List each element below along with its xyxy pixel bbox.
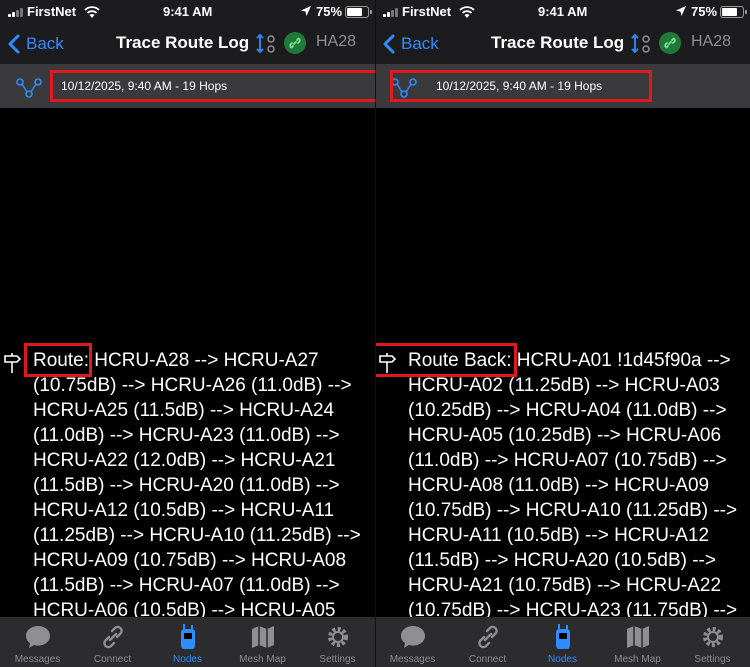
sort-hops-icon[interactable] bbox=[256, 32, 278, 56]
connected-link-icon[interactable] bbox=[284, 32, 306, 54]
trace-log-row[interactable]: 10/12/2025, 9:40 AM - 19 Hops bbox=[375, 64, 750, 108]
signpost-icon bbox=[4, 353, 22, 373]
back-button[interactable]: Back bbox=[383, 30, 439, 58]
radio-device-icon bbox=[180, 624, 195, 649]
tab-label: Mesh Map bbox=[239, 654, 286, 665]
sort-hops-icon[interactable] bbox=[631, 32, 653, 56]
tab-label: Connect bbox=[468, 654, 507, 665]
status-bar: FirstNet 9:41 AM 75% bbox=[375, 0, 750, 24]
chevron-left-icon bbox=[8, 34, 20, 54]
route-text: Route: HCRU-A28 --> HCRU-A27 (10.75dB) -… bbox=[33, 348, 371, 623]
route-back-hops: HCRU-A01 !1d45f90a --> HCRU-A02 (11.25dB… bbox=[408, 350, 738, 621]
route-label: Route: bbox=[33, 350, 89, 371]
gear-icon bbox=[702, 627, 723, 647]
battery-percentage: 75% bbox=[316, 4, 343, 19]
page-title: Trace Route Log bbox=[491, 33, 625, 52]
route-nodes-icon bbox=[16, 78, 42, 98]
connected-node-name: HA28 bbox=[691, 33, 732, 50]
tab-connect[interactable]: Connect bbox=[75, 617, 150, 667]
tab-settings[interactable]: Settings bbox=[675, 617, 750, 667]
location-arrow-icon bbox=[301, 6, 311, 16]
tab-bar: Messages Connect Nodes Mesh Map Settings bbox=[375, 617, 750, 667]
back-label: Back bbox=[401, 34, 439, 53]
tab-label: Mesh Map bbox=[614, 654, 661, 665]
tab-mesh-map[interactable]: Mesh Map bbox=[600, 617, 675, 667]
route-back-screen: FirstNet 9:41 AM 75% Back Trace Route Lo… bbox=[375, 0, 750, 667]
trace-log-entry[interactable]: 10/12/2025, 9:40 AM - 19 Hops bbox=[390, 70, 652, 102]
navigation-bar: Back Trace Route Log HA28 bbox=[375, 24, 750, 64]
back-button[interactable]: Back bbox=[8, 30, 64, 58]
chevron-left-icon bbox=[383, 34, 395, 54]
tab-label: Nodes bbox=[173, 654, 202, 665]
route-forward-screen: FirstNet 9:41 AM 75% Back Trace Route Lo… bbox=[0, 0, 375, 667]
tab-settings[interactable]: Settings bbox=[300, 617, 375, 667]
tab-mesh-map[interactable]: Mesh Map bbox=[225, 617, 300, 667]
cellular-signal-icon bbox=[8, 7, 28, 17]
map-icon bbox=[626, 626, 649, 648]
battery-percentage: 75% bbox=[691, 4, 718, 19]
page-title: Trace Route Log bbox=[116, 33, 250, 52]
link-icon bbox=[102, 625, 123, 649]
connected-link-icon[interactable] bbox=[659, 32, 681, 54]
route-back-label: Route Back: bbox=[408, 350, 512, 371]
navigation-bar: Back Trace Route Log HA28 bbox=[0, 24, 375, 64]
messages-icon bbox=[25, 626, 50, 648]
carrier-name: FirstNet bbox=[402, 4, 452, 19]
tab-nodes[interactable]: Nodes bbox=[525, 617, 600, 667]
tab-label: Messages bbox=[389, 654, 436, 665]
battery-icon bbox=[720, 6, 747, 18]
carrier-name: FirstNet bbox=[27, 4, 77, 19]
tab-nodes[interactable]: Nodes bbox=[150, 617, 225, 667]
wifi-icon bbox=[459, 6, 475, 18]
tab-bar: Messages Connect Nodes Mesh Map Settings bbox=[0, 617, 375, 667]
battery-icon bbox=[345, 6, 372, 18]
messages-icon bbox=[400, 626, 425, 648]
gear-icon bbox=[327, 627, 348, 647]
trace-log-entry[interactable]: 10/12/2025, 9:40 AM - 19 Hops bbox=[50, 70, 375, 102]
radio-device-icon bbox=[555, 624, 570, 649]
tab-messages[interactable]: Messages bbox=[0, 617, 75, 667]
tab-connect[interactable]: Connect bbox=[450, 617, 525, 667]
tab-label: Connect bbox=[93, 654, 132, 665]
tab-label: Settings bbox=[319, 654, 356, 665]
trace-log-entry-label: 10/12/2025, 9:40 AM - 19 Hops bbox=[436, 79, 603, 93]
wifi-icon bbox=[84, 6, 100, 18]
connected-node-name: HA28 bbox=[316, 33, 357, 50]
route-back-text: Route Back: HCRU-A01 !1d45f90a --> HCRU-… bbox=[408, 348, 748, 623]
status-bar: FirstNet 9:41 AM 75% bbox=[0, 0, 375, 24]
tab-label: Nodes bbox=[548, 654, 577, 665]
trace-log-entry-label: 10/12/2025, 9:40 AM - 19 Hops bbox=[61, 79, 228, 93]
back-label: Back bbox=[26, 34, 64, 53]
map-icon bbox=[251, 626, 274, 648]
location-arrow-icon bbox=[676, 6, 686, 16]
tab-messages[interactable]: Messages bbox=[375, 617, 450, 667]
tab-label: Settings bbox=[694, 654, 731, 665]
status-time: 9:41 AM bbox=[163, 4, 213, 19]
trace-log-row[interactable]: 10/12/2025, 9:40 AM - 19 Hops bbox=[0, 64, 375, 108]
link-icon bbox=[477, 625, 498, 649]
status-time: 9:41 AM bbox=[538, 4, 588, 19]
route-hops: HCRU-A28 --> HCRU-A27 (10.75dB) --> HCRU… bbox=[33, 350, 361, 621]
tab-label: Messages bbox=[14, 654, 61, 665]
cellular-signal-icon bbox=[383, 7, 403, 17]
